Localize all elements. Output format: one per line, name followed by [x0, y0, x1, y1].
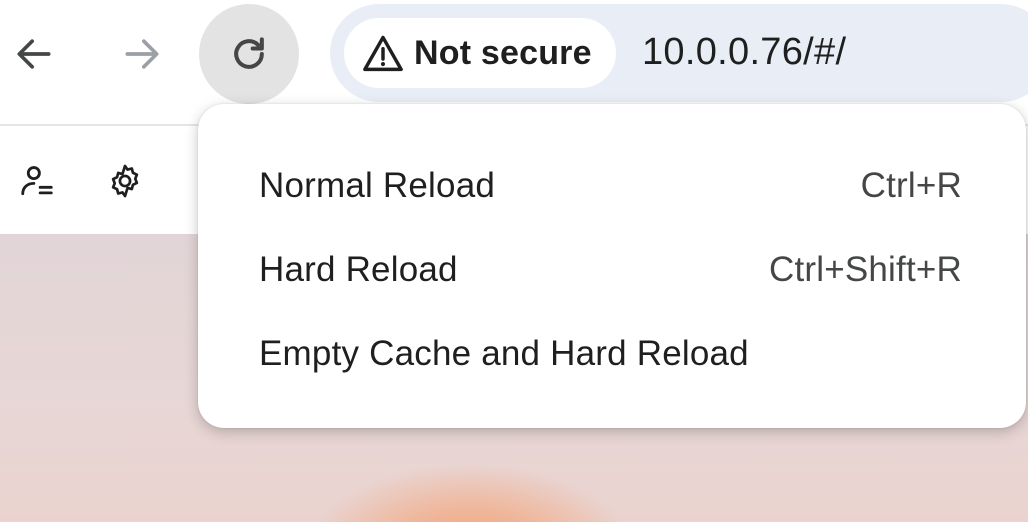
menu-item-label: Hard Reload — [259, 250, 458, 289]
address-bar[interactable]: Not secure 10.0.0.76/#/ — [330, 4, 1028, 102]
url-text[interactable]: 10.0.0.76/#/ — [642, 31, 846, 74]
reload-button[interactable] — [199, 4, 299, 104]
user-list-button[interactable] — [12, 156, 62, 206]
menu-item-normal-reload[interactable]: Normal Reload Ctrl+R — [198, 144, 1026, 228]
menu-item-shortcut: Ctrl+R — [860, 166, 962, 205]
arrow-right-icon — [125, 39, 159, 69]
settings-button[interactable] — [100, 156, 150, 206]
gear-icon — [111, 164, 139, 198]
menu-item-empty-cache-hard-reload[interactable]: Empty Cache and Hard Reload — [198, 312, 1026, 396]
warning-triangle-icon — [363, 35, 403, 72]
user-list-icon — [21, 166, 53, 196]
forward-button[interactable] — [102, 14, 182, 94]
security-chip[interactable]: Not secure — [344, 18, 616, 88]
security-label: Not secure — [414, 33, 592, 72]
menu-item-label: Normal Reload — [259, 166, 496, 205]
menu-item-label: Empty Cache and Hard Reload — [259, 334, 749, 373]
reload-icon — [234, 37, 264, 69]
arrow-left-icon — [17, 39, 51, 69]
reload-context-menu: Normal Reload Ctrl+R Hard Reload Ctrl+Sh… — [198, 104, 1026, 428]
menu-item-shortcut: Ctrl+Shift+R — [768, 250, 962, 289]
menu-item-hard-reload[interactable]: Hard Reload Ctrl+Shift+R — [198, 228, 1026, 312]
back-button[interactable] — [0, 14, 74, 94]
